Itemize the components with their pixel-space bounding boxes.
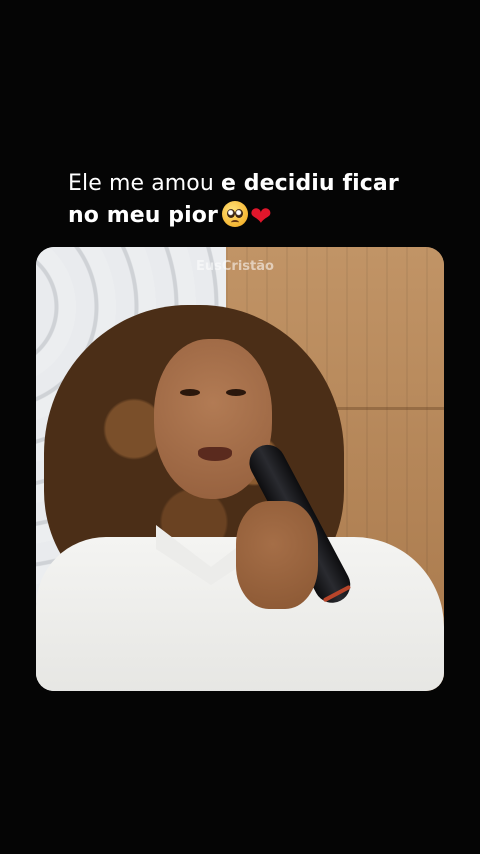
singer-hand <box>236 501 318 609</box>
caption-line1-regular: Ele me amou <box>68 171 222 196</box>
video-watermark: EusCristão <box>196 259 274 274</box>
caption-line1-bold: e decidiu ficar <box>221 171 399 196</box>
left-eye <box>180 389 200 396</box>
singing-mouth <box>198 447 232 461</box>
right-eye <box>226 389 246 396</box>
video-frame[interactable]: EusCristão <box>36 247 444 691</box>
pleading-face-icon <box>221 201 248 227</box>
caption-line2-bold: no meu pior <box>68 203 218 228</box>
heart-icon: ❤ <box>249 202 272 232</box>
post-caption: Ele me amou e decidiu ficar no meu pior ❤ <box>68 168 448 233</box>
